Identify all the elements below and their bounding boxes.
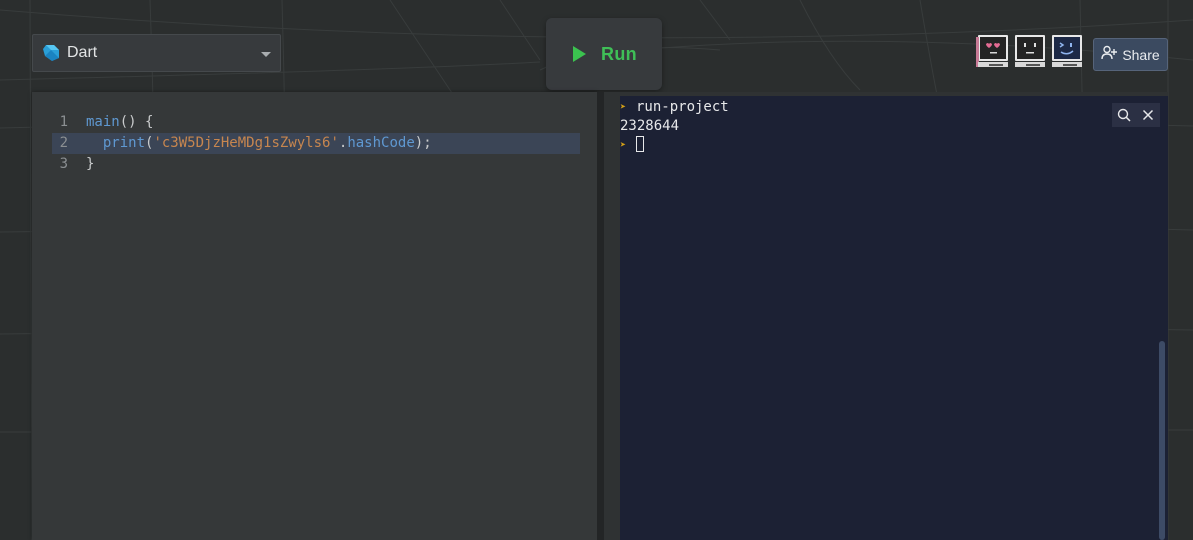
panel-splitter[interactable] <box>597 92 604 540</box>
chevron-down-icon <box>261 52 271 57</box>
code-editor[interactable]: 1 main() {2 print('c3W5DjzHeMDg1sZwyls6'.… <box>32 92 597 540</box>
terminal-line: ➤ <box>620 136 729 155</box>
terminal-line: ➤ run-project <box>620 98 729 117</box>
code-token: main <box>86 114 120 130</box>
terminal-search-icon[interactable] <box>1112 103 1136 127</box>
line-number: 1 <box>59 114 68 130</box>
line-content: } <box>86 154 94 175</box>
neutral-computer-avatar[interactable] <box>1012 33 1049 71</box>
add-user-icon <box>1101 45 1118 64</box>
code-area[interactable]: 1 main() {2 print('c3W5DjzHeMDg1sZwyls6'.… <box>52 112 580 175</box>
heart-eyes-computer-avatar[interactable] <box>975 33 1012 71</box>
prompt-arrow-icon: ➤ <box>620 102 627 113</box>
code-token: 'c3W5DjzHeMDg1sZwyls6' <box>153 135 339 151</box>
line-number: 3 <box>59 156 68 172</box>
share-button[interactable]: Share <box>1093 38 1168 71</box>
prompt-arrow-icon: ➤ <box>620 140 627 151</box>
language-selector[interactable]: Dart <box>32 34 281 72</box>
code-token: ); <box>414 135 432 151</box>
terminal-close-icon[interactable] <box>1136 103 1160 127</box>
terminal-text: run-project <box>636 99 729 115</box>
code-line[interactable]: 1 main() { <box>52 112 580 133</box>
terminal-cursor <box>636 136 644 152</box>
terminal-output[interactable]: ➤ run-project 2328644 ➤ <box>620 96 1168 540</box>
code-line[interactable]: 2 print('c3W5DjzHeMDg1sZwyls6'.hashCode)… <box>52 133 580 154</box>
dart-logo-icon <box>42 44 60 62</box>
line-content: print('c3W5DjzHeMDg1sZwyls6'.hashCode); <box>86 133 432 154</box>
line-number: 2 <box>59 135 68 151</box>
smirk-computer-avatar[interactable] <box>1049 33 1086 71</box>
run-button[interactable]: Run <box>546 18 662 90</box>
code-line[interactable]: 3} <box>52 154 580 175</box>
terminal-scrollbar[interactable] <box>1159 341 1165 540</box>
share-label: Share <box>1122 46 1160 63</box>
code-token: } <box>86 156 95 172</box>
run-label: Run <box>601 43 637 64</box>
terminal-text: 2328644 <box>620 118 680 134</box>
line-content: main() { <box>86 112 153 133</box>
terminal-line: 2328644 <box>620 117 729 136</box>
code-token: hashCode <box>347 135 415 151</box>
terminal-toolbar <box>1112 103 1160 127</box>
code-token: print <box>102 135 146 151</box>
code-token: () { <box>119 114 154 130</box>
avatar-group <box>975 33 1086 71</box>
language-label: Dart <box>67 44 98 61</box>
play-icon <box>573 46 587 62</box>
